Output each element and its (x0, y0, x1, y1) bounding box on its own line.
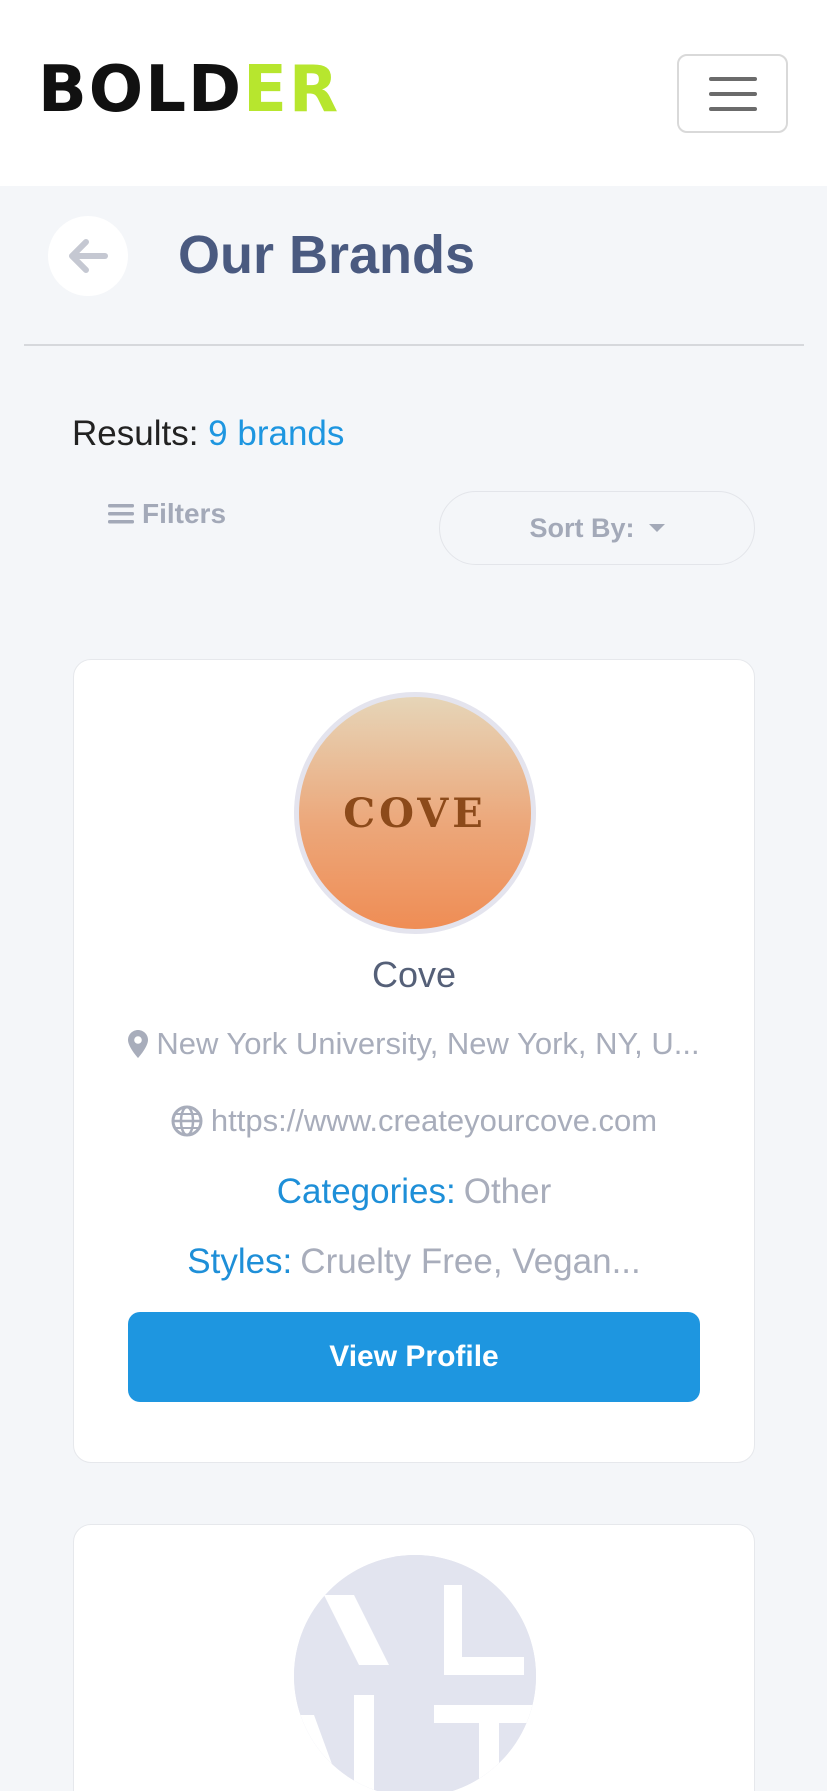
back-button[interactable] (48, 216, 128, 296)
logo-text-accent-r: R (288, 53, 341, 127)
hamburger-menu-button[interactable] (677, 54, 788, 133)
top-navbar: BOLDER (0, 0, 827, 186)
brand-location: New York University, New York, NY, U... (74, 1024, 754, 1064)
brand-website[interactable]: https://www.createyourcove.com (74, 1101, 754, 1141)
brand-name: Cove (371, 954, 457, 995)
filter-list-icon (108, 504, 134, 524)
results-summary: Results: 9 brands (72, 412, 344, 456)
brand-categories: Categories: Other (74, 1172, 754, 1212)
logo-text-accent-e: E (243, 53, 289, 127)
globe-icon (171, 1105, 203, 1137)
bolder-logo[interactable]: BOLDER (38, 58, 340, 122)
styles-value: Cruelty Free, Vegan... (300, 1242, 641, 1281)
categories-label: Categories: (276, 1172, 456, 1211)
brand-logo-avatar (294, 1555, 536, 1791)
caret-down-icon (648, 524, 665, 532)
filters-label: Filters (142, 498, 227, 529)
brand-styles: Styles: Cruelty Free, Vegan... (74, 1242, 754, 1282)
logo-text-main: BOLD (38, 53, 244, 127)
categories-value: Other (463, 1172, 552, 1211)
hamburger-menu-icon-bar (708, 91, 757, 96)
styles-label: Styles: (187, 1242, 293, 1281)
brand-location-text: New York University, New York, NY, U... (156, 1026, 700, 1061)
header-divider (24, 344, 804, 346)
results-label: Results: (72, 414, 199, 453)
filters-button[interactable]: Filters (108, 496, 226, 532)
hamburger-menu-icon (708, 76, 757, 81)
brand-website-link[interactable]: https://www.createyourcove.com (211, 1101, 657, 1141)
results-count: 9 brands (208, 414, 345, 453)
arrow-left-icon (69, 239, 108, 273)
sort-by-dropdown[interactable]: Sort By: (439, 491, 755, 565)
brand-logo-text: COVE (343, 789, 487, 837)
view-profile-button[interactable]: View Profile (128, 1312, 700, 1402)
sort-by-label: Sort By: (529, 512, 635, 543)
brand-card: COVE Cove New York University, New York,… (73, 659, 755, 1463)
hamburger-menu-icon-bar (708, 106, 757, 111)
brand-card (73, 1524, 755, 1791)
page-title: Our Brands (178, 225, 476, 285)
brand-logo-image (294, 1555, 536, 1791)
map-pin-icon (128, 1030, 149, 1058)
brand-logo-avatar: COVE (294, 692, 536, 934)
